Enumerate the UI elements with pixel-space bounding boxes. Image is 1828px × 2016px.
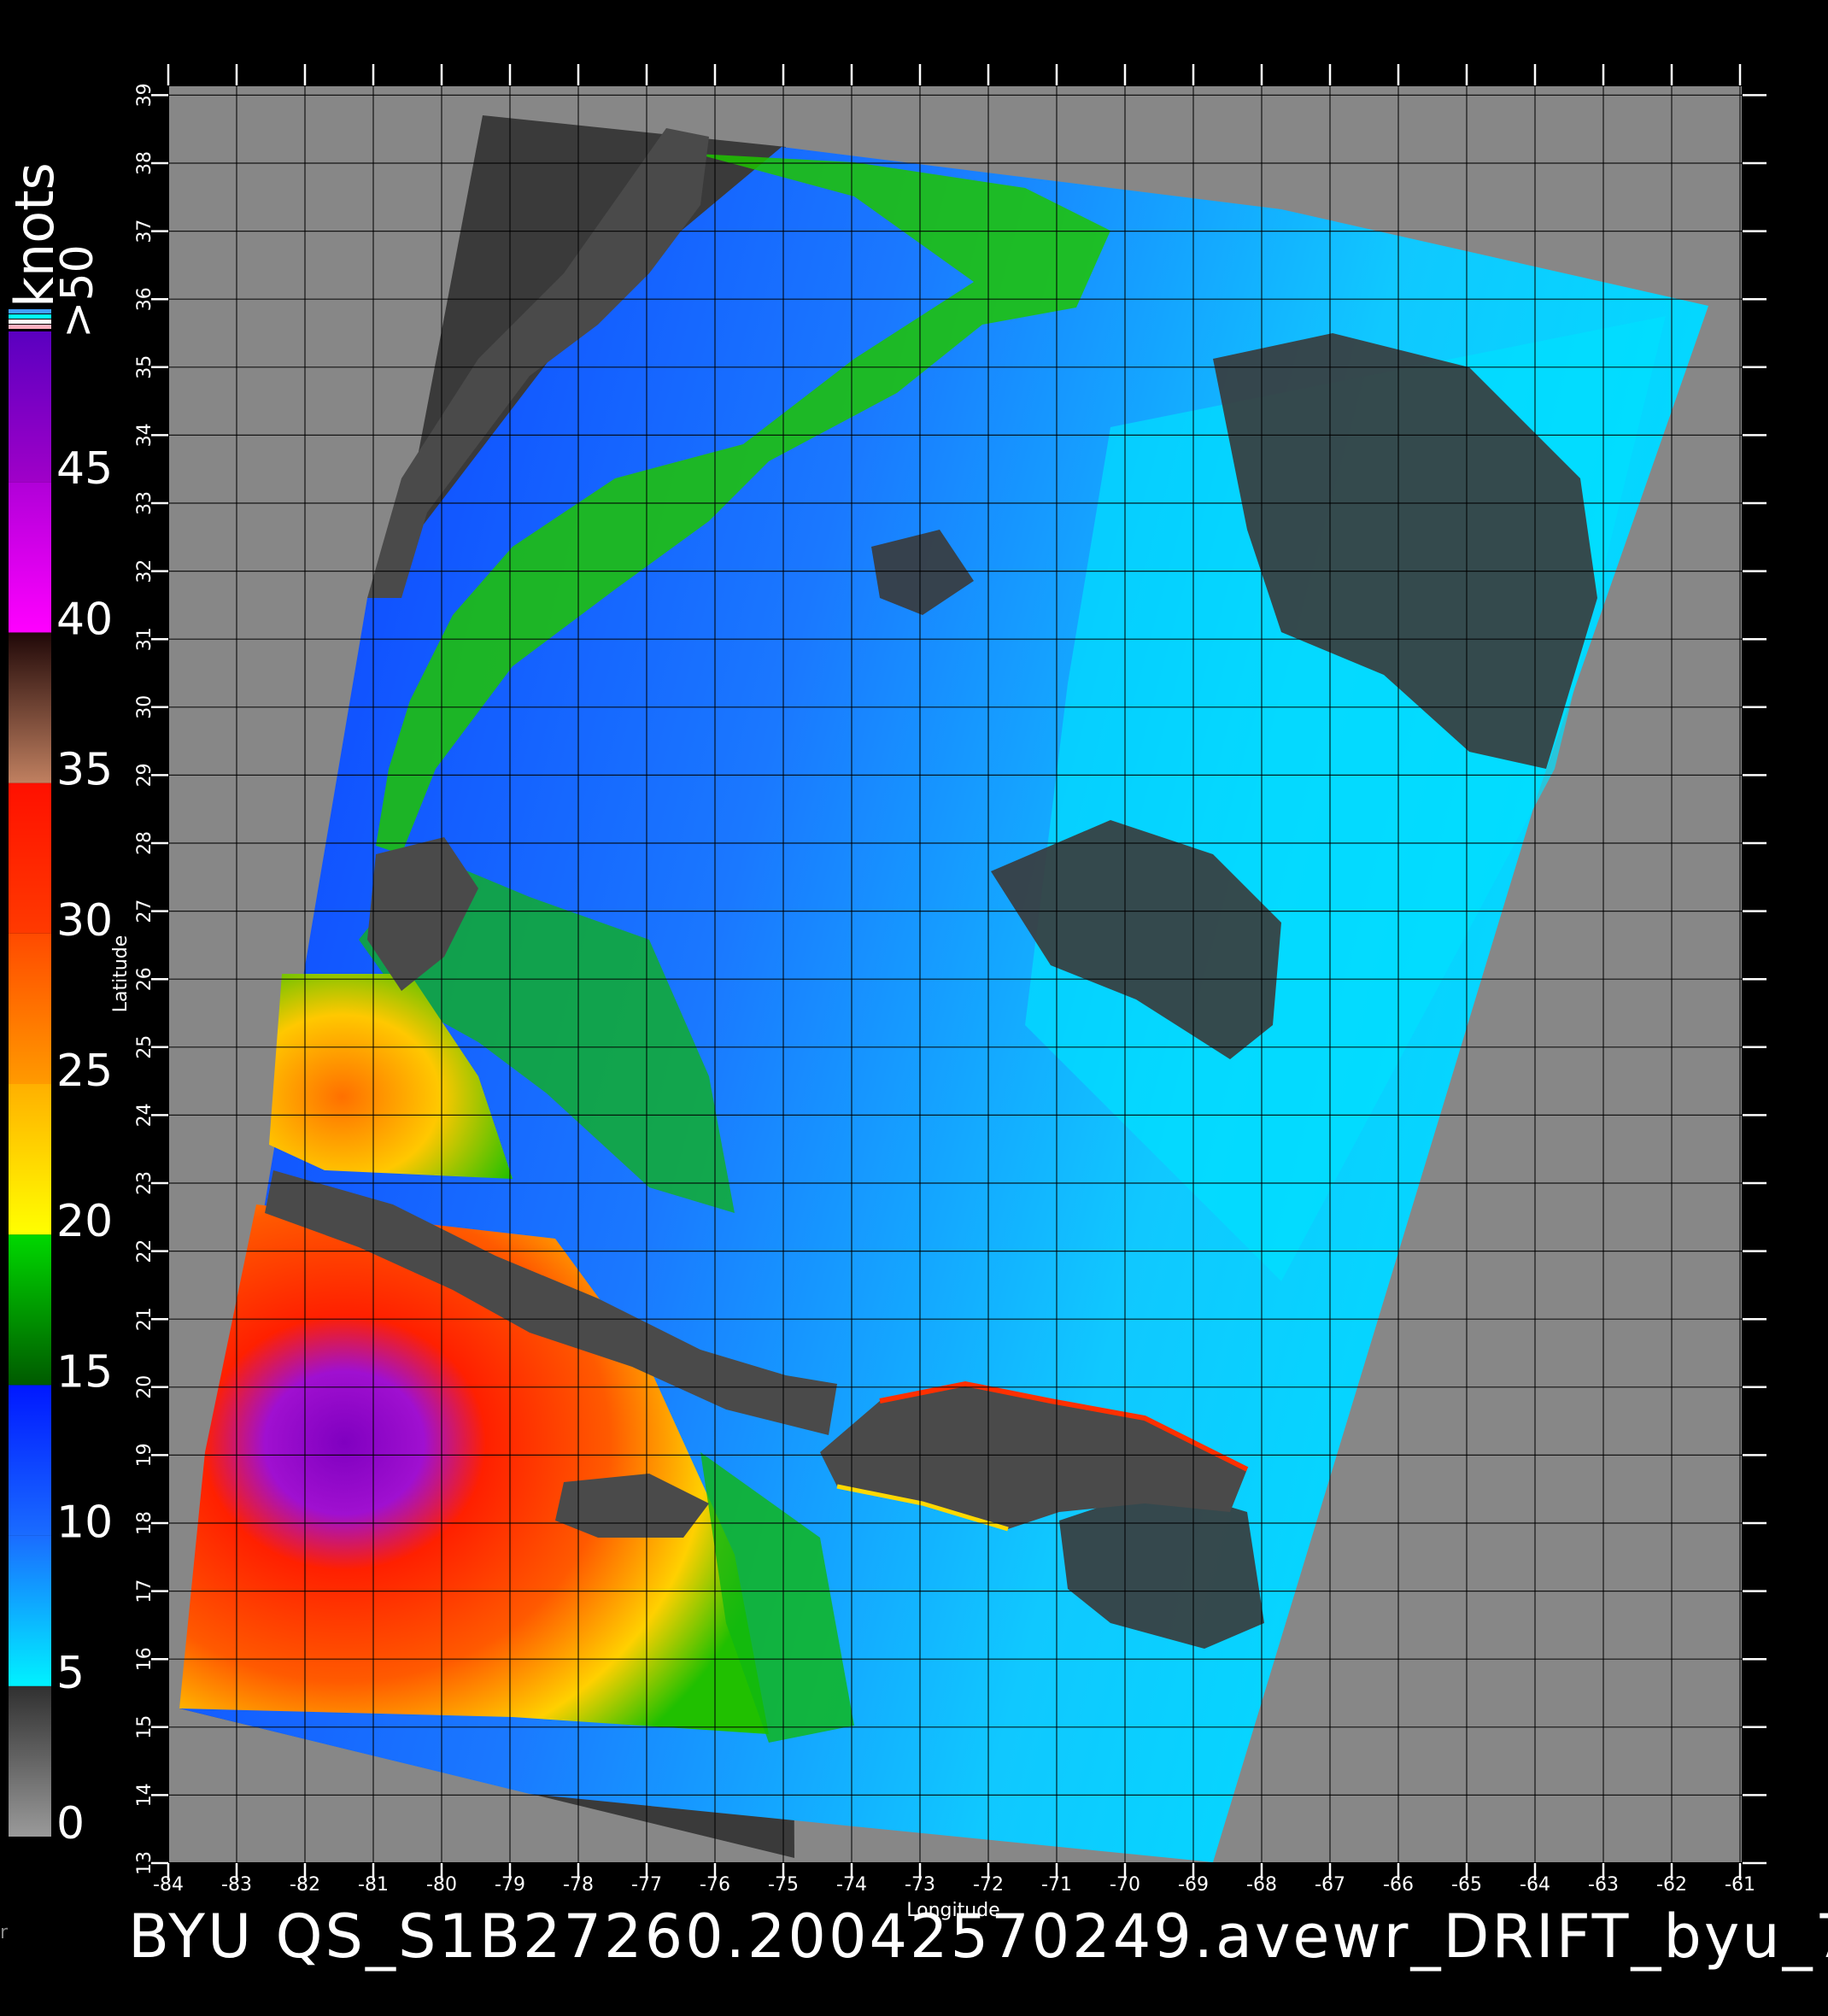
colorbar-overflow-stripe: [9, 309, 51, 314]
wind-speed-colorbar: 051015202530354045>50: [9, 244, 113, 1849]
lat-tick-label: 16: [134, 1647, 155, 1671]
lat-tick-label: 17: [134, 1579, 155, 1603]
lat-tick-label: 13: [134, 1851, 155, 1875]
colorbar-band: [9, 1234, 51, 1386]
y-axis-title: Latitude: [110, 935, 132, 1013]
lat-tick-label: 29: [134, 763, 155, 787]
colorbar-band: [9, 933, 51, 1084]
lon-tick-label: -72: [973, 1874, 1004, 1896]
colorbar-overflow-stripe: [9, 325, 51, 329]
colorbar-band: [9, 331, 51, 483]
lon-tick-label: -80: [426, 1874, 457, 1896]
lat-tick-label: 30: [134, 695, 155, 719]
edge-glyph: r: [0, 1922, 9, 1943]
colorbar-tick-label: 0: [56, 1798, 85, 1849]
lat-tick-label: 31: [134, 627, 155, 651]
lat-tick-label: 15: [134, 1715, 155, 1739]
lon-tick-label: -70: [1110, 1874, 1140, 1896]
lon-tick-label: -69: [1178, 1874, 1209, 1896]
lon-tick-label: -81: [358, 1874, 389, 1896]
colorbar-band: [9, 482, 51, 633]
lat-tick-label: 36: [134, 287, 155, 311]
lat-tick-label: 14: [134, 1783, 155, 1807]
colorbar-band: [9, 1084, 51, 1235]
lat-tick-label: 37: [134, 220, 155, 243]
lon-tick-label: -68: [1246, 1874, 1277, 1896]
lat-tick-label: 21: [134, 1307, 155, 1331]
lat-tick-label: 39: [134, 83, 155, 107]
lat-tick-label: 26: [134, 967, 155, 991]
lon-tick-label: -61: [1725, 1874, 1755, 1896]
lat-tick-label: 34: [134, 423, 155, 447]
lat-tick-label: 35: [134, 355, 155, 379]
lon-tick-label: -75: [768, 1874, 799, 1896]
lon-tick-label: -76: [700, 1874, 730, 1896]
lon-tick-label: -65: [1451, 1874, 1482, 1896]
lon-tick-label: -82: [290, 1874, 320, 1896]
lon-tick-label: -77: [631, 1874, 662, 1896]
lon-tick-label: -63: [1588, 1874, 1619, 1896]
colorbar-band: [9, 1385, 51, 1536]
lat-tick-label: 38: [134, 151, 155, 175]
lon-tick-label: -84: [153, 1874, 184, 1896]
colorbar-band: [9, 1685, 51, 1837]
lat-tick-label: 23: [134, 1171, 155, 1195]
lon-tick-label: -67: [1315, 1874, 1345, 1896]
lat-tick-label: 24: [134, 1103, 155, 1127]
colorbar-tick-label: 25: [56, 1046, 113, 1097]
colorbar-tick-label: 20: [56, 1196, 113, 1247]
colorbar-tick-label: 5: [56, 1648, 85, 1699]
lon-tick-label: -73: [905, 1874, 935, 1896]
colorbar-tick-label: 30: [56, 895, 113, 946]
colorbar-tick-label: 15: [56, 1346, 113, 1398]
lat-tick-label: 28: [134, 831, 155, 855]
colorbar-overflow-stripe: [9, 314, 51, 319]
wind-map-figure: -84 -83 -82 -81 -80 -79 -78 -77 -76 -75 -74 -73 -72 -…: [3, 64, 1766, 1921]
lat-tick-label: 33: [134, 491, 155, 515]
colorbar-tick-label: 45: [56, 443, 113, 495]
lon-tick-label: -71: [1041, 1874, 1072, 1896]
colorbar-unit-label: knots: [3, 162, 66, 308]
lat-tick-label: 18: [134, 1511, 155, 1535]
lon-tick-label: -64: [1520, 1874, 1550, 1896]
lon-tick-label: -78: [563, 1874, 594, 1896]
lon-tick-label: -66: [1383, 1874, 1414, 1896]
colorbar-overflow-stripe: [9, 319, 51, 324]
colorbar-tick-label: 10: [56, 1497, 113, 1549]
lat-tick-label: 19: [134, 1443, 155, 1467]
lon-tick-label: -74: [836, 1874, 867, 1896]
lon-tick-label: -83: [221, 1874, 252, 1896]
colorbar-band: [9, 782, 51, 934]
lat-tick-label: 25: [134, 1035, 155, 1059]
lat-tick-label: 27: [134, 900, 155, 923]
colorbar-band: [9, 1535, 51, 1686]
lon-tick-label: -62: [1656, 1874, 1687, 1896]
lat-tick-label: 20: [134, 1375, 155, 1399]
lat-tick-label: 22: [134, 1239, 155, 1263]
lon-tick-label: -79: [495, 1874, 525, 1896]
colorbar-tick-label: 40: [56, 594, 113, 645]
colorbar-band: [9, 632, 51, 783]
product-filename-title: BYU QS_S1B27260.20042570249.avewr_DRIFT_…: [128, 1902, 1828, 1972]
colorbar-tick-label: 35: [56, 745, 113, 796]
lat-tick-label: 32: [134, 560, 155, 583]
